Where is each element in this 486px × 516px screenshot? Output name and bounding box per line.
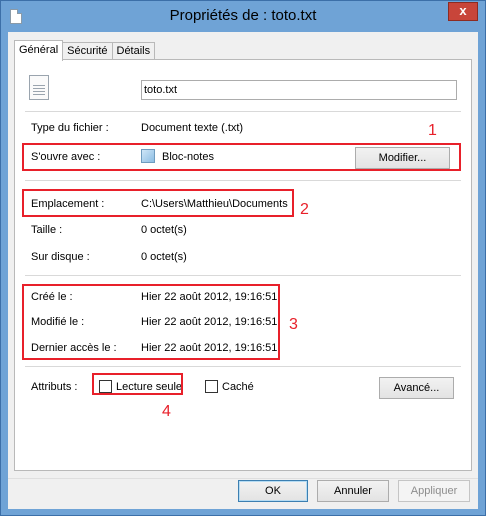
file-type-value: Document texte (.txt) (141, 122, 244, 134)
disk-size-value: 0 octet(s) (141, 251, 187, 263)
annotation-number-2: 2 (300, 201, 309, 218)
file-type-label: Type du fichier : (31, 122, 109, 134)
properties-window: Propriétés de : toto.txt x Général Sécur… (0, 0, 486, 516)
cancel-button[interactable]: Annuler (317, 480, 389, 502)
annotation-box-1 (22, 143, 461, 171)
footer-divider (8, 478, 478, 479)
ok-button[interactable]: OK (238, 480, 308, 502)
tab-details[interactable]: Détails (111, 42, 156, 60)
size-label: Taille : (31, 224, 63, 236)
separator (25, 275, 461, 276)
separator (25, 180, 461, 181)
text-file-icon (29, 75, 49, 100)
size-value: 0 octet(s) (141, 224, 187, 236)
separator (25, 111, 461, 112)
advanced-button[interactable]: Avancé... (379, 377, 454, 399)
annotation-box-4 (92, 373, 183, 395)
attributes-label: Attributs : (31, 381, 78, 393)
apply-button[interactable]: Appliquer (398, 480, 470, 502)
separator (25, 366, 461, 367)
annotation-number-4: 4 (162, 403, 171, 420)
title-bar[interactable]: Propriétés de : toto.txt x (1, 1, 485, 31)
disk-size-label: Sur disque : (31, 251, 90, 263)
window-title: Propriétés de : toto.txt (169, 7, 317, 24)
general-panel: Type du fichier : Document texte (.txt) … (14, 59, 472, 471)
tab-strip: Général Sécurité Détails (14, 40, 156, 61)
hidden-checkbox[interactable] (205, 380, 218, 393)
annotation-number-1: 1 (428, 122, 437, 139)
hidden-label[interactable]: Caché (222, 381, 254, 393)
tab-security[interactable]: Sécurité (62, 42, 113, 60)
filename-input[interactable] (141, 80, 457, 100)
close-button[interactable]: x (448, 2, 478, 21)
dialog-body: Général Sécurité Détails Type du fichier… (8, 32, 478, 509)
tab-general[interactable]: Général (14, 40, 64, 61)
annotation-box-3 (22, 284, 280, 360)
annotation-number-3: 3 (289, 316, 298, 333)
annotation-box-2 (22, 189, 294, 217)
